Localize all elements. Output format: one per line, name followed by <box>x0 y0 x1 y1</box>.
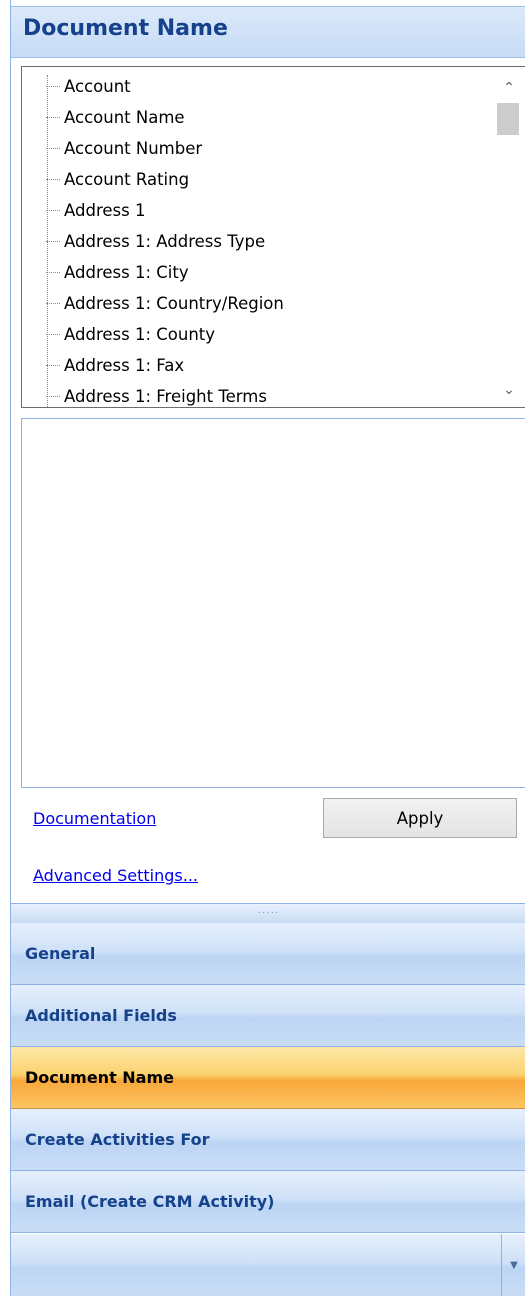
nav-item[interactable]: Additional Fields <box>11 985 525 1047</box>
tree-branch-icon <box>46 179 60 180</box>
tree-item[interactable]: Account Name <box>46 102 185 133</box>
panel-splitter[interactable]: ․․․․․ <box>11 903 525 923</box>
nav-item-label: Additional Fields <box>25 1006 177 1025</box>
tree-branch-icon <box>46 334 60 335</box>
field-tree[interactable]: Account Account Name Account Number Account… <box>21 66 525 408</box>
tree-branch-icon <box>46 86 60 87</box>
tree-item-label: Account Name <box>64 108 185 127</box>
tree-branch-icon <box>46 148 60 149</box>
tree-branch-icon <box>46 272 60 273</box>
tree-branch-icon <box>46 303 60 304</box>
nav-item-label: Create Activities For <box>25 1130 210 1149</box>
tree-branch-icon <box>46 210 60 211</box>
tree-branch-icon <box>46 117 60 118</box>
panel-header: Document Name <box>11 6 525 58</box>
tree-item[interactable]: Address 1: County <box>46 319 215 350</box>
tree-item[interactable]: Account Number <box>46 133 202 164</box>
tree-branch-icon <box>46 241 60 242</box>
tree-item-label: Address 1: Address Type <box>64 232 266 251</box>
documentation-link[interactable]: Documentation <box>33 809 156 828</box>
tree-item[interactable]: Address 1: Freight Terms <box>46 381 267 407</box>
tree-item-label: Address 1 <box>64 201 146 220</box>
tree-item-label: Address 1: Freight Terms <box>64 387 267 406</box>
tree-item[interactable]: Address 1: City <box>46 257 189 288</box>
nav-item-label: General <box>25 944 96 963</box>
scroll-thumb[interactable] <box>497 103 519 135</box>
tree-item-label: Address 1: City <box>64 263 189 282</box>
tree-item-label: Address 1: Country/Region <box>64 294 284 313</box>
nav-item[interactable]: Email (Create CRM Activity) <box>11 1171 525 1233</box>
overflow-chevron-icon[interactable]: ▼ <box>501 1234 525 1296</box>
nav-overflow-bar: ▼ <box>11 1234 525 1296</box>
tree-scrollbar[interactable]: ⌃ ⌄ <box>493 67 525 407</box>
tree-branch-icon <box>46 365 60 366</box>
nav-item[interactable]: Document Name <box>11 1047 525 1109</box>
tree-branch-icon <box>46 396 60 397</box>
splitter-grip-icon: ․․․․․ <box>257 905 280 916</box>
tree-item[interactable]: Address 1: Fax <box>46 350 184 381</box>
nav-item[interactable]: Create Activities For <box>11 1109 525 1171</box>
scroll-up-icon[interactable]: ⌃ <box>493 75 525 101</box>
tree-item[interactable]: Address 1: Country/Region <box>46 288 284 319</box>
tree-item-label: Account <box>64 77 131 96</box>
tree-item[interactable]: Account <box>46 71 131 102</box>
tree-item-label: Address 1: County <box>64 325 216 344</box>
description-box <box>21 418 525 788</box>
tree-item[interactable]: Address 1: Address Type <box>46 226 265 257</box>
nav-item[interactable]: General <box>11 923 525 985</box>
settings-panel: Document Name Account Account Name Account… <box>10 0 525 1296</box>
tree-item[interactable]: Account Rating <box>46 164 189 195</box>
nav-item-label: Email (Create CRM Activity) <box>25 1192 275 1211</box>
tree-item[interactable]: Address 1 <box>46 195 145 226</box>
nav-item-label: Document Name <box>25 1068 174 1087</box>
tree-item-label: Address 1: Fax <box>64 356 185 375</box>
tree-item-label: Account Number <box>64 139 203 158</box>
tree-item-label: Account Rating <box>64 170 190 189</box>
advanced-settings-link[interactable]: Advanced Settings... <box>33 866 198 885</box>
panel-title: Document Name <box>23 16 228 41</box>
apply-button[interactable]: Apply <box>323 798 517 838</box>
scroll-down-icon[interactable]: ⌄ <box>493 377 525 403</box>
